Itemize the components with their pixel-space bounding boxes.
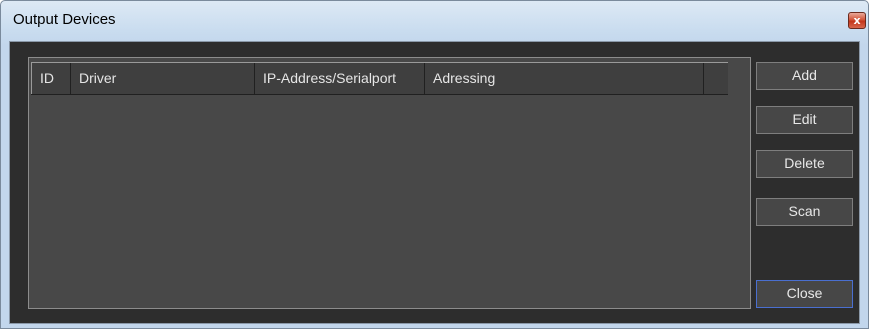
window-close-button[interactable]: x	[848, 12, 866, 29]
column-header-driver[interactable]: Driver	[71, 63, 255, 94]
edit-button[interactable]: Edit	[756, 106, 853, 134]
add-button[interactable]: Add	[756, 62, 853, 90]
output-devices-list[interactable]: ID Driver IP-Address/Serialport Adressin…	[28, 57, 751, 309]
window-title: Output Devices	[13, 11, 116, 28]
close-icon: x	[853, 14, 861, 27]
title-bar[interactable]: Output Devices x	[1, 1, 868, 39]
output-devices-window: Output Devices x ID Driver IP-Address/Se…	[0, 0, 869, 329]
delete-button[interactable]: Delete	[756, 150, 853, 178]
dialog-client-area: ID Driver IP-Address/Serialport Adressin…	[9, 41, 860, 324]
close-button[interactable]: Close	[756, 280, 853, 308]
scan-button[interactable]: Scan	[756, 198, 853, 226]
column-header-adressing[interactable]: Adressing	[425, 63, 704, 94]
column-header-filler	[704, 63, 728, 94]
column-header-id[interactable]: ID	[31, 63, 71, 94]
column-header-ip-address[interactable]: IP-Address/Serialport	[255, 63, 425, 94]
list-header: ID Driver IP-Address/Serialport Adressin…	[31, 62, 728, 95]
